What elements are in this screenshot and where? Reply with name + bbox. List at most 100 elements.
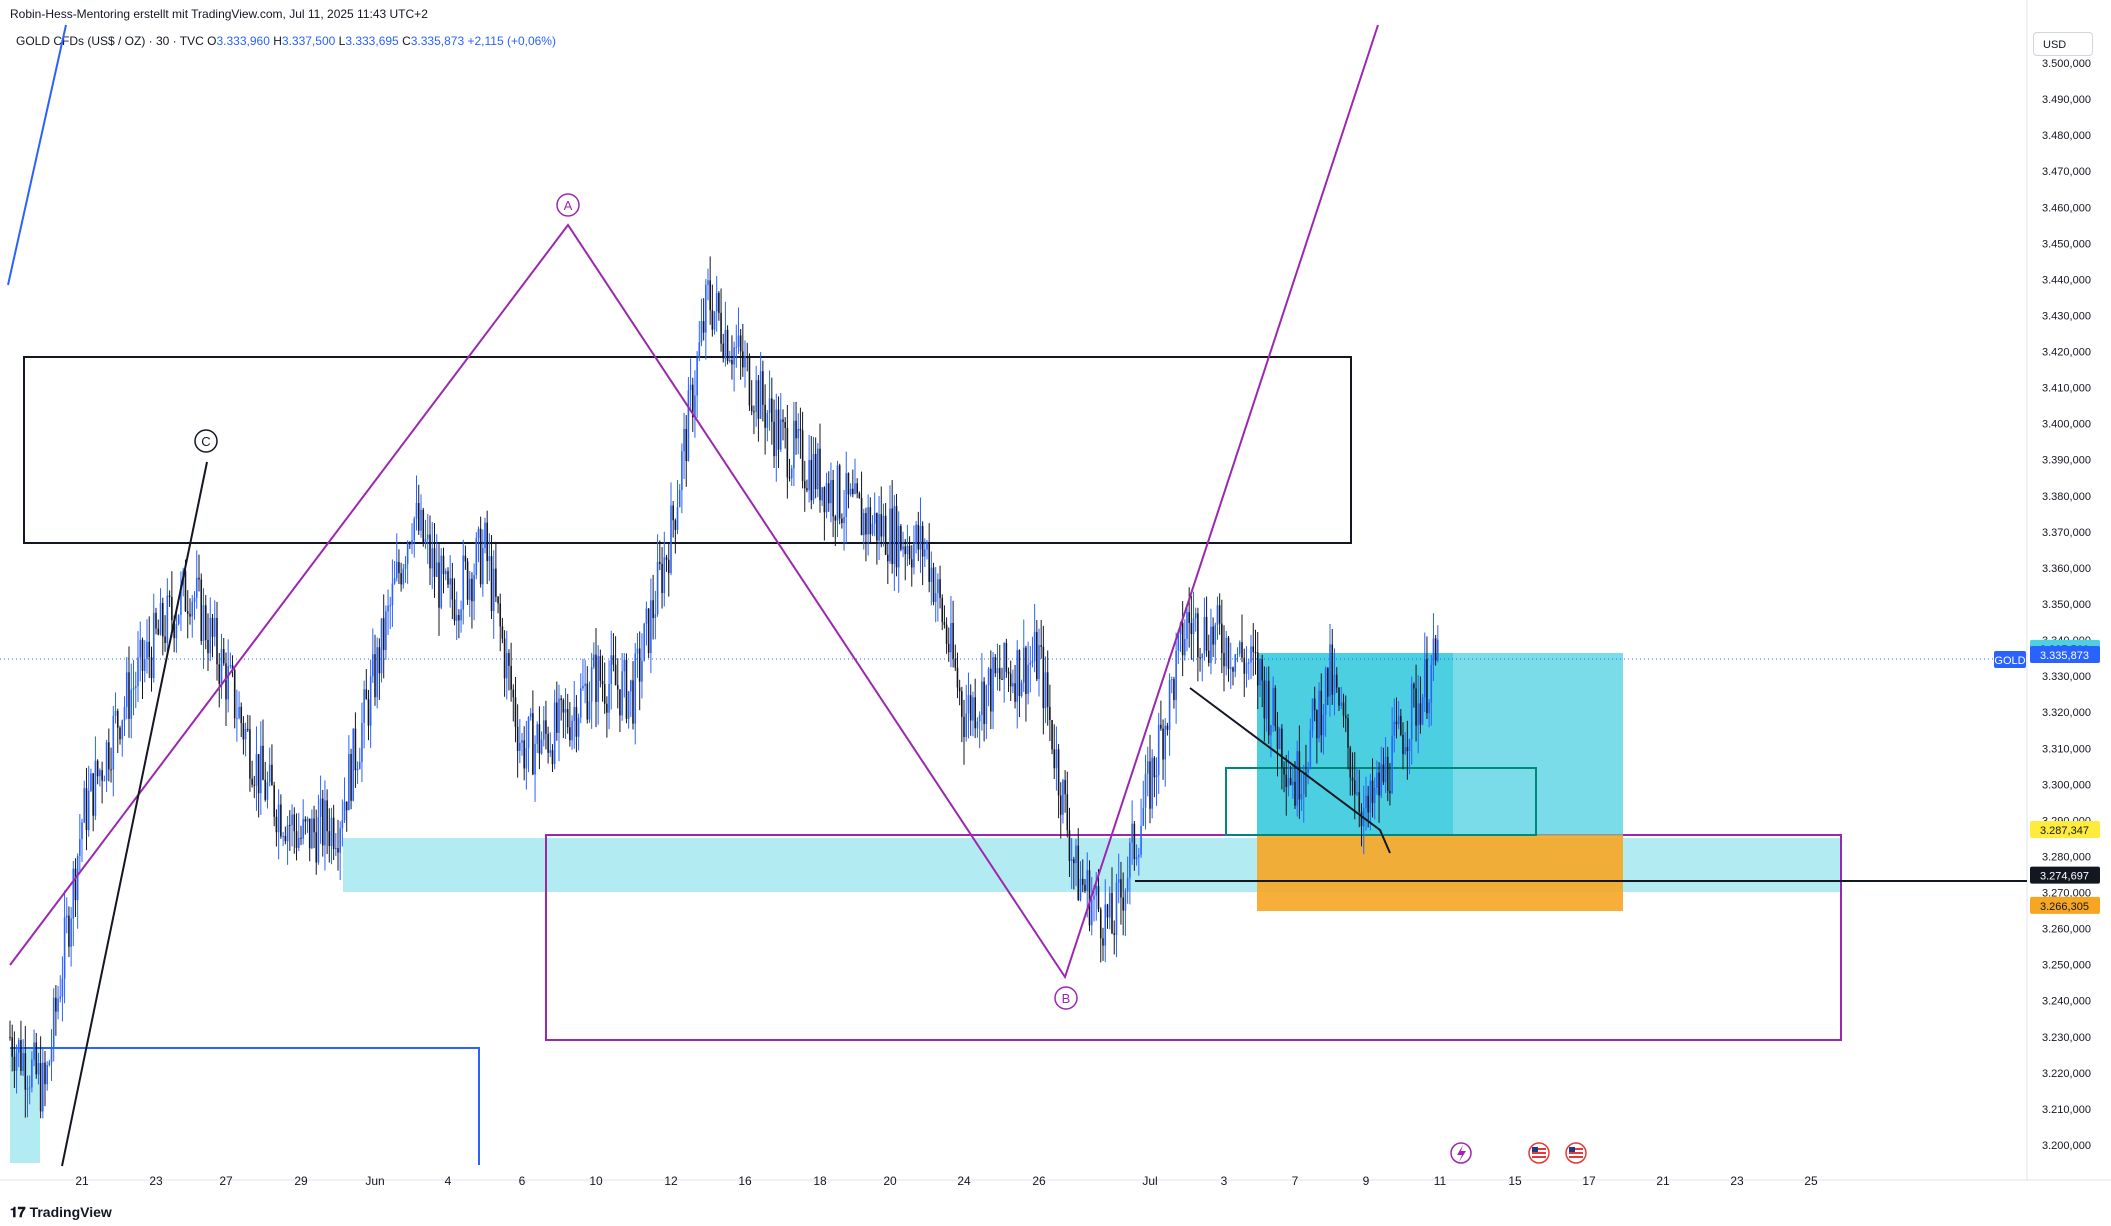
candle-body	[847, 473, 850, 495]
lightning-event-icon[interactable]	[1450, 1142, 1472, 1164]
candle-body	[121, 720, 124, 740]
candle-body	[319, 798, 322, 817]
candle-body	[417, 503, 420, 531]
candle-body	[641, 660, 643, 682]
candle-body	[186, 611, 189, 614]
tradingview-logo[interactable]: 𝟏𝟕 TradingView	[10, 1204, 112, 1221]
candle-body	[110, 769, 112, 771]
candle-body	[845, 473, 848, 517]
us-flag-event-icon-2[interactable]	[1565, 1142, 1587, 1164]
time-tick-label: 18	[813, 1174, 827, 1188]
candle-body	[647, 608, 650, 654]
candle-body	[220, 649, 223, 684]
candle-body	[683, 429, 685, 452]
candle-body	[586, 683, 589, 720]
price-axis[interactable]: 3.500,000 3.490,000 3.480,000 3.470,000 3.46…	[2042, 58, 2091, 1152]
candle-body	[1117, 879, 1120, 883]
candle-body	[1378, 772, 1380, 796]
candle-body	[1351, 777, 1354, 781]
candle-body	[20, 1040, 22, 1071]
candle-body	[398, 562, 400, 574]
candle-body	[880, 514, 883, 537]
price-tick-label: 3.460,000	[2042, 202, 2091, 214]
candle-body	[1075, 845, 1077, 864]
candle-body	[1079, 878, 1082, 901]
candle-body	[420, 509, 422, 531]
candle-body	[1115, 882, 1118, 935]
candle-body	[1005, 642, 1008, 672]
candle-body	[681, 451, 683, 490]
candle-body	[189, 613, 191, 617]
candle-body	[797, 428, 800, 439]
chart-canvas[interactable]: A B C 3.500,000 3.490,000 3.480,000 3.470,0…	[0, 0, 2111, 1226]
candle-body	[1274, 687, 1277, 727]
price-label-badge: 3.266,305	[2030, 896, 2100, 914]
time-axis[interactable]: 21 23 27 29 Jun 4 6 10 12 16 18 20 24 26 Jul 3 7 9 11 15 17 2…	[75, 1174, 1818, 1188]
candle-body	[1181, 622, 1184, 656]
candle-body	[271, 764, 273, 786]
candle-body	[1307, 767, 1309, 773]
candle-body	[1281, 728, 1283, 768]
candle-body	[1166, 725, 1169, 730]
candle-body	[527, 717, 530, 749]
candle-body	[1329, 644, 1331, 697]
candle-body	[1369, 780, 1372, 813]
time-tick-label: 7	[1292, 1174, 1299, 1188]
candle-body	[15, 1052, 18, 1071]
candle-body	[700, 321, 703, 343]
us-flag-event-icon[interactable]	[1528, 1142, 1550, 1164]
candle-body	[726, 329, 729, 362]
candle-body	[1225, 637, 1228, 667]
candle-body	[400, 573, 402, 585]
candle-body	[560, 698, 562, 701]
candle-body	[1042, 646, 1045, 709]
candle-body	[588, 701, 591, 720]
candle-body	[236, 717, 238, 719]
candle-body	[939, 579, 941, 598]
candle-body	[291, 814, 293, 826]
symbol-tag: GOLD	[1994, 651, 2026, 668]
candle-body	[1296, 751, 1298, 806]
candle-body	[722, 343, 725, 359]
candle-body	[676, 507, 679, 530]
candle-body	[538, 724, 541, 754]
candle-body	[389, 605, 392, 607]
candle-body	[1133, 823, 1136, 860]
candle-body	[444, 571, 447, 575]
candle-body	[1162, 728, 1164, 760]
candle-body	[1309, 730, 1312, 768]
candle-body	[1170, 679, 1173, 681]
candle-body	[1157, 724, 1160, 776]
candle-body	[378, 647, 381, 674]
price-label-badge: 3.335,873	[2030, 645, 2100, 663]
candle-body	[823, 487, 826, 513]
candle-body	[177, 614, 180, 624]
candle-body	[1254, 652, 1257, 654]
candle-body	[1376, 772, 1378, 788]
candle-body	[273, 785, 275, 817]
candle-body	[1265, 680, 1268, 719]
candle-body	[1391, 735, 1393, 794]
candle-body	[1367, 795, 1369, 813]
candle-body	[1140, 825, 1142, 855]
candle-body	[94, 760, 97, 816]
candle-body	[718, 293, 720, 313]
candle-body	[257, 754, 260, 794]
candle-body	[1300, 794, 1303, 800]
candle-body	[164, 636, 166, 643]
candle-body	[819, 448, 821, 501]
price-tick-label: 3.310,000	[2042, 743, 2091, 755]
candle-body	[817, 448, 819, 490]
candle-body	[1207, 650, 1210, 663]
candle-body	[806, 488, 808, 491]
candle-body	[1153, 757, 1156, 778]
candle-body	[634, 653, 637, 724]
candle-body	[1252, 646, 1255, 653]
candle-body	[240, 706, 243, 724]
candle-body	[1040, 645, 1042, 647]
price-tick-label: 3.470,000	[2042, 166, 2091, 178]
candle-body	[422, 509, 425, 544]
candle-body	[198, 577, 200, 580]
candle-body	[411, 540, 413, 545]
candle-body	[827, 483, 830, 504]
